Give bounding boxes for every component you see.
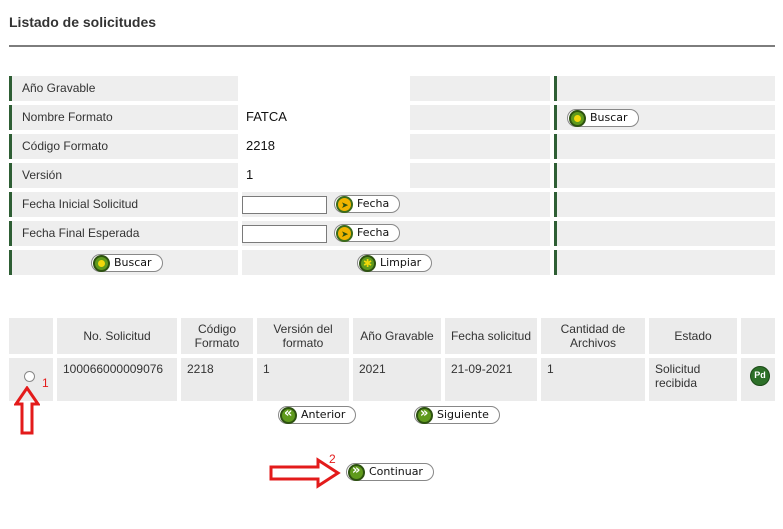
anio-gravable-field[interactable] — [242, 76, 410, 101]
forward-arrow-icon — [416, 406, 433, 424]
results-table: No. Solicitud Código Formato Versión del… — [9, 318, 775, 401]
fecha-inicial-input[interactable] — [242, 196, 327, 214]
header-pdf — [741, 318, 775, 354]
back-arrow-icon — [280, 406, 297, 424]
nombre-formato-field[interactable]: FATCA — [242, 105, 410, 130]
header-anio-gravable: Año Gravable — [353, 318, 441, 354]
header-cantidad-archivos: Cantidad de Archivos — [541, 318, 645, 354]
forward-arrow-icon — [348, 463, 365, 481]
header-select — [9, 318, 53, 354]
fecha-final-button[interactable]: Fecha — [334, 224, 401, 243]
siguiente-button[interactable]: Siguiente — [414, 406, 500, 424]
cell-version: 1 — [257, 358, 349, 401]
label-codigo-formato: Código Formato — [9, 134, 238, 159]
form-row-version: Versión 1 — [9, 163, 775, 188]
cell-cantidad: 1 — [541, 358, 645, 401]
form-row-nombre: Nombre Formato FATCA Buscar — [9, 105, 775, 130]
table-row: 100066000009076 2218 1 2021 21-09-2021 1… — [9, 358, 775, 401]
title-divider — [9, 45, 775, 47]
header-no-solicitud: No. Solicitud — [57, 318, 177, 354]
version-field[interactable]: 1 — [242, 163, 410, 188]
cell-no-solicitud: 100066000009076 — [57, 358, 177, 401]
buscar-icon — [569, 110, 586, 127]
row-select-radio[interactable] — [24, 371, 35, 382]
cell-fecha: 21-09-2021 — [445, 358, 537, 401]
pdf-icon[interactable]: Pd — [750, 366, 770, 386]
form-row-actions: Buscar Limpiar — [9, 250, 775, 275]
calendar-icon — [336, 196, 353, 214]
annotation-up-arrow — [14, 386, 40, 435]
label-nombre-formato: Nombre Formato — [9, 105, 238, 130]
form-row-fecha-final: Fecha Final Esperada Fecha — [9, 221, 775, 246]
cell-estado: Solicitud recibida — [649, 358, 737, 401]
form-row-anio: Año Gravable — [9, 76, 775, 101]
fecha-inicial-button[interactable]: Fecha — [334, 195, 401, 214]
label-anio-gravable: Año Gravable — [9, 76, 238, 101]
buscar-icon — [93, 255, 110, 272]
form-row-codigo: Código Formato 2218 — [9, 134, 775, 159]
header-version-formato: Versión del formato — [257, 318, 349, 354]
header-estado: Estado — [649, 318, 737, 354]
form-row-fecha-inicial: Fecha Inicial Solicitud Fecha — [9, 192, 775, 217]
fecha-final-input[interactable] — [242, 225, 327, 243]
anterior-button[interactable]: Anterior — [278, 406, 357, 424]
table-header: No. Solicitud Código Formato Versión del… — [9, 318, 775, 354]
header-fecha-solicitud: Fecha solicitud — [445, 318, 537, 354]
page-title: Listado de solicitudes — [9, 14, 157, 30]
label-fecha-final: Fecha Final Esperada — [9, 221, 238, 246]
continuar-button[interactable]: Continuar — [346, 463, 434, 481]
annotation-marker-1: 1 — [42, 376, 49, 390]
buscar-side-button[interactable]: Buscar — [567, 109, 639, 127]
buscar-button[interactable]: Buscar — [91, 254, 163, 272]
label-version: Versión — [9, 163, 238, 188]
annotation-marker-2: 2 — [329, 452, 336, 466]
label-fecha-inicial: Fecha Inicial Solicitud — [9, 192, 238, 217]
actions-left-cell: Buscar — [9, 250, 238, 275]
cell-anio: 2021 — [353, 358, 441, 401]
calendar-icon — [336, 225, 353, 243]
limpiar-button[interactable]: Limpiar — [357, 254, 433, 272]
search-form: Año Gravable Nombre Formato FATCA Buscar… — [9, 76, 775, 279]
header-codigo-formato: Código Formato — [181, 318, 253, 354]
limpiar-icon — [359, 255, 376, 272]
cell-codigo: 2218 — [181, 358, 253, 401]
codigo-formato-field[interactable]: 2218 — [242, 134, 410, 159]
